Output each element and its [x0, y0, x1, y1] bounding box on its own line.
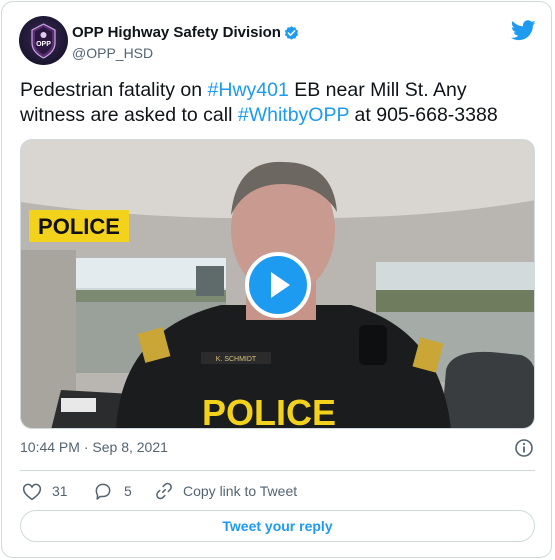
tweet-text-part: Pedestrian fatality on: [20, 79, 208, 101]
opp-logo-icon: OPP: [31, 23, 56, 59]
police-banner-text: POLICE: [38, 214, 120, 239]
avatar-text: OPP: [36, 41, 51, 48]
reply-count: 5: [124, 483, 132, 499]
tweet-card: OPP OPP Highway Safety Division @OPP_HSD…: [1, 1, 552, 558]
copy-link-button[interactable]: Copy link to Tweet: [154, 480, 297, 502]
tweet-date: Sep 8, 2021: [92, 439, 168, 455]
copy-link-label: Copy link to Tweet: [183, 483, 298, 499]
heart-icon: [22, 483, 42, 500]
play-icon: [271, 272, 290, 298]
tweet-time: 10:44 PM: [20, 439, 80, 455]
info-icon[interactable]: [514, 438, 534, 458]
tweet-reply-label: Tweet your reply: [222, 518, 333, 534]
hashtag-link-whitbyopp[interactable]: #WhitbyOPP: [238, 104, 349, 126]
verified-badge-icon: [284, 26, 299, 40]
reply-bubble-icon: [95, 483, 111, 500]
play-button[interactable]: [245, 252, 311, 318]
divider: [20, 470, 535, 471]
hashtag-link-hwy401[interactable]: #Hwy401: [208, 79, 289, 101]
like-count: 31: [52, 483, 68, 499]
tweet-text: Pedestrian fatality on #Hwy401 EB near M…: [20, 78, 535, 128]
meta-separator: ·: [79, 439, 93, 455]
tweet-timestamp[interactable]: 10:44 PM · Sep 8, 2021: [20, 439, 168, 455]
like-button[interactable]: 31: [22, 480, 68, 502]
reply-button[interactable]: 5: [93, 480, 132, 502]
author-handle[interactable]: @OPP_HSD: [72, 45, 153, 61]
author-name[interactable]: OPP Highway Safety Division: [72, 24, 281, 41]
tweet-reply-button[interactable]: Tweet your reply: [20, 510, 535, 542]
link-icon: [156, 482, 172, 500]
twitter-bird-icon[interactable]: [511, 20, 536, 41]
officer-nametag: K. SCHMIDT: [216, 356, 257, 363]
tweet-text-part: at 905-668-3388: [349, 104, 498, 126]
avatar[interactable]: OPP: [19, 16, 68, 65]
vest-police-text: POLICE: [202, 392, 336, 429]
